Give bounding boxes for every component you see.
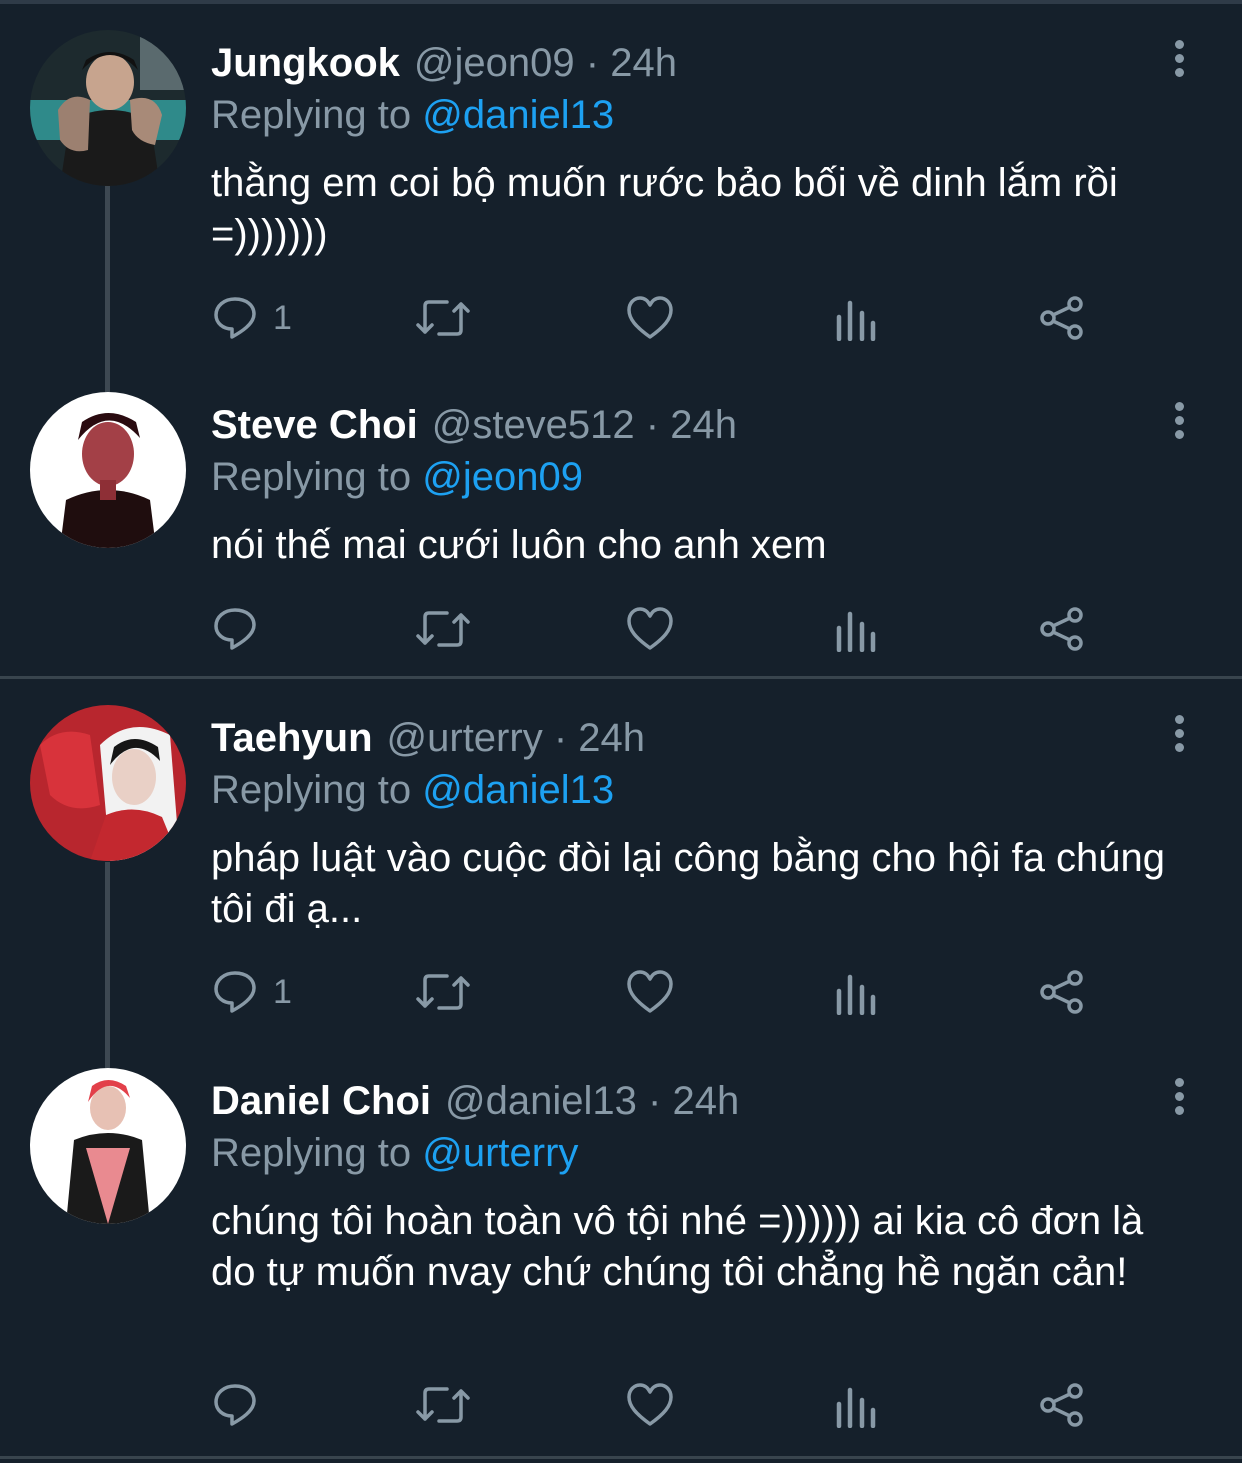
replying-to: Replying to @jeon09 bbox=[211, 454, 583, 500]
separator: · bbox=[645, 403, 660, 447]
analytics-icon bbox=[836, 974, 876, 1015]
replying-to-label: Replying to bbox=[211, 93, 412, 137]
separator: · bbox=[553, 716, 568, 760]
separator: · bbox=[585, 41, 600, 85]
heart-icon bbox=[627, 296, 673, 339]
more-vertical-icon[interactable] bbox=[1168, 715, 1190, 755]
reply-count: 1 bbox=[273, 972, 292, 1011]
tweet-text: chúng tôi hoàn toàn vô tội nhé =)))))) a… bbox=[211, 1199, 1144, 1294]
tweet-header: Taehyun @urterry · 24h bbox=[211, 715, 645, 761]
reply-button[interactable]: 1 bbox=[211, 293, 292, 343]
like-button[interactable] bbox=[626, 293, 674, 343]
reply-icon bbox=[214, 1384, 256, 1426]
display-name[interactable]: Taehyun bbox=[211, 716, 373, 760]
reply-icon bbox=[214, 297, 256, 339]
reply-button[interactable] bbox=[211, 1380, 273, 1430]
analytics-button[interactable] bbox=[835, 604, 877, 654]
tweet-text: nói thế mai cưới luôn cho anh xem bbox=[211, 523, 827, 567]
avatar[interactable] bbox=[30, 1068, 186, 1224]
mention-link[interactable]: @urterry bbox=[422, 1131, 578, 1175]
retweet-button[interactable] bbox=[415, 293, 471, 343]
share-button[interactable] bbox=[1039, 967, 1085, 1017]
tweet-text: pháp luật vào cuộc đòi lại công bằng cho… bbox=[211, 836, 1166, 931]
replying-to-label: Replying to bbox=[211, 768, 412, 812]
retweet-icon bbox=[416, 974, 470, 1010]
tweet[interactable]: Daniel Choi @daniel13 · 24h Replying to @… bbox=[0, 1068, 1242, 1448]
tweet-header: Jungkook @jeon09 · 24h bbox=[211, 40, 677, 86]
timestamp[interactable]: 24h bbox=[578, 716, 645, 760]
retweet-icon bbox=[416, 300, 470, 336]
timestamp[interactable]: 24h bbox=[610, 41, 677, 85]
tweet[interactable]: Taehyun @urterry · 24h Replying to @danie… bbox=[0, 705, 1242, 1035]
retweet-button[interactable] bbox=[415, 967, 471, 1017]
reply-button[interactable]: 1 bbox=[211, 967, 292, 1017]
user-handle[interactable]: @urterry bbox=[387, 716, 543, 760]
analytics-button[interactable] bbox=[835, 293, 877, 343]
share-icon bbox=[1040, 607, 1083, 651]
tweet-actions bbox=[211, 604, 1111, 654]
reply-button[interactable] bbox=[211, 604, 273, 654]
display-name[interactable]: Jungkook bbox=[211, 41, 400, 85]
tweet-actions: 1 bbox=[211, 293, 1111, 343]
tweet-actions: 1 bbox=[211, 967, 1111, 1017]
avatar[interactable] bbox=[30, 392, 186, 548]
share-button[interactable] bbox=[1039, 1380, 1085, 1430]
analytics-button[interactable] bbox=[835, 967, 877, 1017]
reply-icon bbox=[214, 608, 256, 650]
thread-divider bbox=[0, 1456, 1242, 1459]
user-handle[interactable]: @steve512 bbox=[432, 403, 635, 447]
user-handle[interactable]: @daniel13 bbox=[445, 1079, 637, 1123]
more-vertical-icon[interactable] bbox=[1168, 402, 1190, 442]
mention-link[interactable]: @daniel13 bbox=[422, 93, 614, 137]
more-vertical-icon[interactable] bbox=[1168, 40, 1190, 80]
tweet-header: Steve Choi @steve512 · 24h bbox=[211, 402, 737, 448]
more-vertical-icon[interactable] bbox=[1168, 1078, 1190, 1118]
tweet-header: Daniel Choi @daniel13 · 24h bbox=[211, 1078, 739, 1124]
avatar[interactable] bbox=[30, 705, 186, 861]
retweet-icon bbox=[416, 611, 470, 647]
tweet-actions bbox=[211, 1380, 1111, 1430]
display-name[interactable]: Steve Choi bbox=[211, 403, 418, 447]
mention-link[interactable]: @daniel13 bbox=[422, 768, 614, 812]
tweet[interactable]: Steve Choi @steve512 · 24h Replying to @j… bbox=[0, 392, 1242, 672]
mention-link[interactable]: @jeon09 bbox=[422, 455, 583, 499]
retweet-icon bbox=[416, 1387, 470, 1423]
share-icon bbox=[1040, 970, 1083, 1014]
replying-to-label: Replying to bbox=[211, 1131, 412, 1175]
replying-to-label: Replying to bbox=[211, 455, 412, 499]
analytics-button[interactable] bbox=[835, 1380, 877, 1430]
share-icon bbox=[1040, 1383, 1083, 1427]
retweet-button[interactable] bbox=[415, 604, 471, 654]
avatar[interactable] bbox=[30, 30, 186, 186]
retweet-button[interactable] bbox=[415, 1380, 471, 1430]
heart-icon bbox=[627, 970, 673, 1013]
share-button[interactable] bbox=[1039, 604, 1085, 654]
tweet-text: thằng em coi bộ muốn rước bảo bối về din… bbox=[211, 161, 1118, 256]
timestamp[interactable]: 24h bbox=[672, 1079, 739, 1123]
top-border bbox=[0, 0, 1242, 4]
share-button[interactable] bbox=[1039, 293, 1085, 343]
like-button[interactable] bbox=[626, 604, 674, 654]
like-button[interactable] bbox=[626, 1380, 674, 1430]
replying-to: Replying to @urterry bbox=[211, 1130, 578, 1176]
thread-divider bbox=[0, 676, 1242, 679]
analytics-icon bbox=[836, 300, 876, 341]
separator: · bbox=[648, 1079, 662, 1123]
like-button[interactable] bbox=[626, 967, 674, 1017]
display-name[interactable]: Daniel Choi bbox=[211, 1079, 431, 1123]
timestamp[interactable]: 24h bbox=[670, 403, 737, 447]
replying-to: Replying to @daniel13 bbox=[211, 92, 614, 138]
heart-icon bbox=[627, 607, 673, 650]
replying-to: Replying to @daniel13 bbox=[211, 767, 614, 813]
analytics-icon bbox=[836, 611, 876, 652]
heart-icon bbox=[627, 1383, 673, 1426]
analytics-icon bbox=[836, 1387, 876, 1428]
reply-count: 1 bbox=[273, 298, 292, 337]
tweet[interactable]: Jungkook @jeon09 · 24h Replying to @danie… bbox=[0, 30, 1242, 350]
share-icon bbox=[1040, 296, 1083, 340]
reply-icon bbox=[214, 971, 256, 1013]
user-handle[interactable]: @jeon09 bbox=[414, 41, 575, 85]
